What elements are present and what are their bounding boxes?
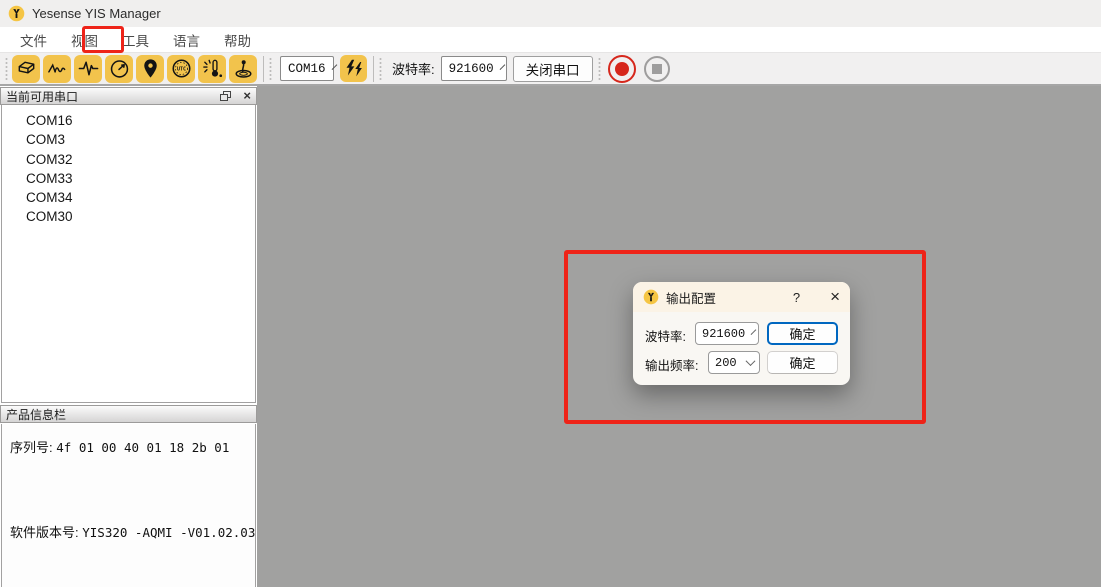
serial-number-label: 序列号: — [10, 440, 53, 455]
serial-number-row: 序列号: 4f 01 00 40 01 18 2b 01 — [10, 437, 255, 456]
dialog-frequency-label: 输出频率: — [645, 355, 698, 374]
menu-item-view[interactable]: 视图 — [61, 27, 108, 53]
toolbar: UTC COM16 — [0, 52, 1101, 86]
stop-icon — [652, 64, 662, 74]
port-select[interactable]: COM16 — [280, 56, 334, 81]
svg-text:UTC: UTC — [177, 66, 186, 72]
dialog-baud-value: 921600 — [702, 327, 745, 341]
cube-3d-view-button[interactable] — [12, 55, 40, 83]
product-info-panel-header: 产品信息栏 — [0, 405, 257, 423]
port-list-item[interactable]: COM34 — [2, 188, 255, 207]
menu-item-language[interactable]: 语言 — [163, 27, 210, 53]
dialog-baud-select[interactable]: 921600 — [695, 322, 759, 345]
baud-rate-label: 波特率: — [392, 59, 435, 78]
app-window: Yesense YIS Manager 文件 视图 工具 语言 帮助 — [0, 0, 1101, 587]
port-select-value: COM16 — [288, 62, 326, 76]
record-icon — [615, 62, 629, 76]
cube-3d-icon — [15, 57, 38, 80]
toolbar-separator — [263, 56, 264, 82]
dialog-baud-ok-button[interactable]: 确定 — [767, 322, 838, 345]
window-title: Yesense YIS Manager — [32, 6, 161, 21]
chevron-down-icon — [499, 64, 505, 70]
product-info-panel: 序列号: 4f 01 00 40 01 18 2b 01 软件版本号: YIS3… — [1, 424, 256, 587]
utc-clock-icon: UTC — [170, 57, 193, 80]
toolbar-grip[interactable] — [268, 57, 273, 81]
port-list-item[interactable]: COM33 — [2, 169, 255, 188]
double-lightning-icon — [343, 58, 364, 79]
pulse-wave-icon — [77, 57, 100, 80]
software-version-row: 软件版本号: YIS320 -AQMI -V01.02.03; — [10, 522, 255, 541]
dialog-baud-label: 波特率: — [645, 326, 686, 345]
location-pin-icon — [139, 57, 162, 80]
gauge-button[interactable] — [105, 55, 133, 83]
port-list-item[interactable]: COM30 — [2, 207, 255, 226]
dialog-help-icon[interactable]: ? — [793, 290, 800, 305]
menu-item-file[interactable]: 文件 — [10, 27, 57, 53]
close-serial-port-button[interactable]: 关闭串口 — [513, 56, 593, 82]
port-list-item[interactable]: COM16 — [2, 111, 255, 130]
dialog-close-icon[interactable]: × — [830, 290, 840, 304]
float-panel-icon[interactable] — [220, 91, 231, 101]
port-list-item[interactable]: COM3 — [2, 130, 255, 149]
toolbar-separator — [373, 56, 374, 82]
toolbar-grip[interactable] — [378, 57, 383, 81]
thermometer-button[interactable] — [198, 55, 226, 83]
window-titlebar: Yesense YIS Manager — [0, 0, 1101, 27]
ports-list: COM16 COM3 COM32 COM33 COM34 COM30 — [1, 105, 256, 403]
pulse-wave-button[interactable] — [74, 55, 102, 83]
dialog-logo-icon — [643, 289, 659, 305]
ports-panel-title: 当前可用串口 — [6, 88, 78, 105]
menu-item-tools[interactable]: 工具 — [112, 27, 159, 53]
thermometer-icon — [201, 57, 224, 80]
utc-clock-button[interactable]: UTC — [167, 55, 195, 83]
stop-button[interactable] — [644, 56, 670, 82]
baud-rate-value: 921600 — [449, 62, 494, 76]
software-version-label: 软件版本号: — [10, 525, 79, 540]
dialog-frequency-ok-button[interactable]: 确定 — [767, 351, 838, 374]
dialog-frequency-value: 200 — [715, 356, 737, 370]
menu-item-help[interactable]: 帮助 — [214, 27, 261, 53]
dialog-frequency-row: 输出频率: 200 确定 — [633, 351, 850, 374]
toolbar-grip[interactable] — [4, 57, 9, 81]
software-version-value: YIS320 -AQMI -V01.02.03; — [82, 525, 263, 540]
ports-panel-header: 当前可用串口 × — [0, 87, 257, 105]
baud-rate-select[interactable]: 921600 — [441, 56, 507, 81]
product-info-title: 产品信息栏 — [6, 406, 66, 423]
dialog-titlebar: 输出配置 ? × — [633, 282, 850, 312]
serial-number-value: 4f 01 00 40 01 18 2b 01 — [56, 440, 229, 455]
menubar: 文件 视图 工具 语言 帮助 — [0, 27, 1101, 52]
joystick-icon — [232, 57, 255, 80]
record-button[interactable] — [608, 55, 636, 83]
toolbar-grip[interactable] — [597, 57, 602, 81]
dialog-frequency-select[interactable]: 200 — [708, 351, 760, 374]
dialog-title: 输出配置 — [666, 288, 793, 307]
angle-wave-button[interactable] — [43, 55, 71, 83]
dialog-baud-row: 波特率: 921600 确定 — [633, 322, 850, 345]
gauge-icon — [108, 57, 131, 80]
chevron-down-icon — [751, 329, 757, 335]
joystick-button[interactable] — [229, 55, 257, 83]
port-list-item[interactable]: COM32 — [2, 150, 255, 169]
output-config-dialog: 输出配置 ? × 波特率: 921600 确定 输出频率: 200 确定 — [633, 282, 850, 385]
angle-wave-icon — [46, 57, 69, 80]
app-logo-icon — [8, 5, 25, 22]
refresh-ports-button[interactable] — [340, 55, 367, 82]
chevron-down-icon — [746, 356, 756, 366]
location-button[interactable] — [136, 55, 164, 83]
chevron-down-icon — [331, 64, 337, 70]
close-panel-icon[interactable]: × — [243, 91, 251, 101]
